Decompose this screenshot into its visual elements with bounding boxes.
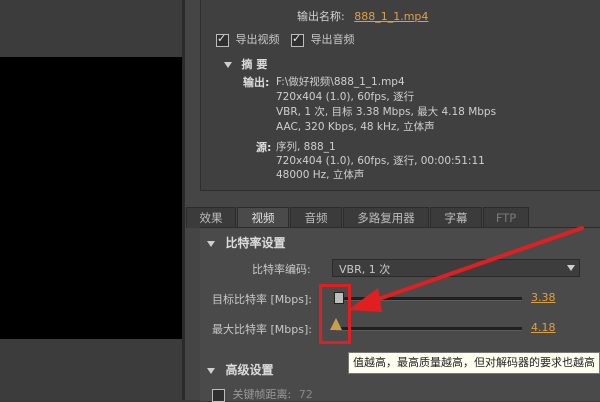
summary-title: 摘 要: [241, 58, 268, 71]
video-preview: [0, 57, 182, 339]
annotation-arrow-icon: [348, 226, 584, 312]
export-video-checkbox[interactable]: [216, 32, 229, 47]
advanced-section-title: 高级设置: [225, 363, 274, 377]
keyframe-distance-label: 关键帧距离:: [232, 388, 292, 401]
output-name-label: 输出名称:: [297, 10, 345, 23]
summary-source-line: 720x404 (1.0), 60fps, 逐行, 00:00:51:11: [276, 155, 485, 167]
tab-audio[interactable]: 音频: [290, 207, 342, 228]
bitrate-section-title: 比特率设置: [225, 236, 286, 250]
export-audio-checkbox[interactable]: [291, 32, 304, 47]
summary-output-line: 720x404 (1.0), 60fps, 逐行: [276, 91, 415, 103]
output-name-link[interactable]: 888_1_1.mp4: [354, 10, 428, 23]
keyframe-distance-value: 72: [298, 388, 313, 401]
bitrate-collapse-icon[interactable]: [207, 241, 215, 247]
summary-output-line: VBR, 1 次, 目标 3.38 Mbps, 最大 4.18 Mbps: [276, 106, 497, 118]
summary-source-line: 序列, 888_1: [276, 141, 336, 153]
summary-source-label: 源:: [256, 141, 272, 154]
export-video-label: 导出视频: [235, 33, 280, 46]
target-bitrate-label: 目标比特率 [Mbps]:: [212, 293, 312, 306]
export-audio-label: 导出音频: [310, 33, 355, 46]
max-bitrate-label: 最大比特率 [Mbps]:: [212, 323, 312, 336]
summary-output-label: 输出:: [243, 76, 270, 89]
summary-output-line: F:\做好视频\888_1_1.mp4: [276, 76, 405, 88]
tab-effects[interactable]: 效果: [186, 207, 236, 228]
tab-video[interactable]: 视频: [237, 207, 289, 228]
summary-source-line: 48000 Hz, 立体声: [276, 169, 365, 181]
summary-collapse-icon[interactable]: [224, 62, 232, 68]
bitrate-encoding-label: 比特率编码:: [252, 263, 311, 276]
export-settings-box: 输出名称: 888_1_1.mp4 导出视频 导出音频 摘 要 输出: F:\做…: [200, 0, 600, 191]
summary-output-line: AAC, 320 Kbps, 48 kHz, 立体声: [276, 121, 435, 133]
advanced-collapse-icon[interactable]: [207, 368, 215, 374]
tooltip: 值越高，最高质量越高，但对解码器的要求也越高: [348, 352, 600, 374]
